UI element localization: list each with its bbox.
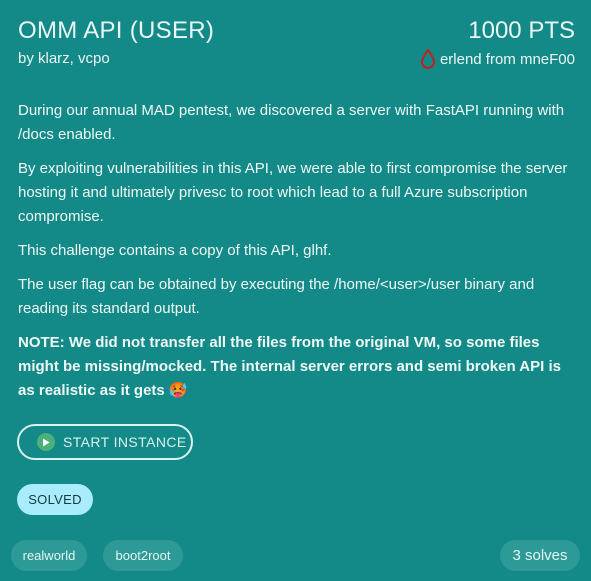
tag-realworld[interactable]: realworld	[11, 540, 87, 571]
challenge-points: 1000 PTS	[468, 17, 575, 44]
challenge-title: OMM API (USER)	[18, 17, 215, 44]
challenge-card: OMM API (USER) 1000 PTS by klarz, vcpo e…	[0, 0, 591, 581]
challenge-description: During our annual MAD pentest, we discov…	[18, 99, 578, 413]
solves-count[interactable]: 3 solves	[500, 540, 580, 571]
challenge-authors: by klarz, vcpo	[18, 50, 110, 67]
blood-drop-icon	[420, 49, 436, 69]
description-note: NOTE: We did not transfer all the files …	[18, 334, 561, 399]
start-instance-button[interactable]: START INSTANCE	[17, 424, 193, 460]
first-blood: erlend from mneF00	[420, 49, 575, 69]
play-icon	[37, 433, 55, 451]
description-paragraph: The user flag can be obtained by executi…	[18, 276, 535, 317]
tag-boot2root[interactable]: boot2root	[103, 540, 183, 571]
first-blood-solver: erlend from mneF00	[439, 50, 575, 68]
description-paragraph: By exploiting vulnerabilities in this AP…	[18, 160, 568, 225]
solved-badge: SOLVED	[17, 484, 93, 515]
description-paragraph: This challenge contains a copy of this A…	[18, 242, 332, 259]
start-instance-label: START INSTANCE	[63, 434, 187, 450]
description-paragraph: During our annual MAD pentest, we discov…	[18, 102, 565, 143]
